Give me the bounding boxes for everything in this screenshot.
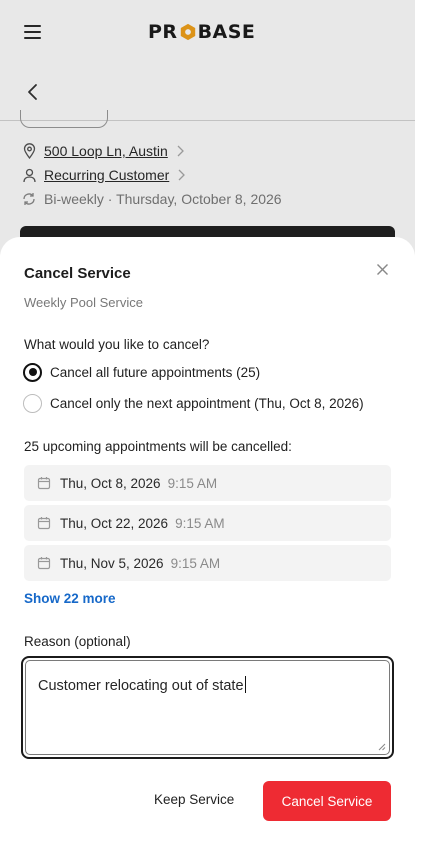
calendar-icon xyxy=(37,556,51,570)
cancel-count-text: 25 upcoming appointments will be cancell… xyxy=(24,439,292,454)
cancel-service-button[interactable]: Cancel Service xyxy=(263,781,391,821)
radio-selected[interactable] xyxy=(23,362,42,382)
appointment-date: Thu, Nov 5, 2026 xyxy=(60,555,164,571)
reason-label: Reason (optional) xyxy=(24,634,131,649)
close-icon[interactable] xyxy=(376,263,389,276)
calendar-icon xyxy=(37,476,51,490)
resize-grip-icon[interactable] xyxy=(378,743,386,751)
appointment-time: 9:15 AM xyxy=(175,515,225,531)
cancel-question: What would you like to cancel? xyxy=(24,337,210,352)
calendar-icon xyxy=(37,516,51,530)
appointment-item: Thu, Oct 8, 2026 9:15 AM xyxy=(24,465,391,501)
text-caret xyxy=(244,676,246,693)
radio-unselected[interactable] xyxy=(23,393,42,413)
sheet-subtitle: Weekly Pool Service xyxy=(24,295,143,310)
reason-textarea-inner[interactable]: Customer relocating out of state xyxy=(25,660,390,755)
show-more-link[interactable]: Show 22 more xyxy=(24,591,116,606)
appointment-date: Thu, Oct 8, 2026 xyxy=(60,475,161,491)
appointment-date: Thu, Oct 22, 2026 xyxy=(60,515,169,531)
option-label: Cancel only the next appointment (Thu, O… xyxy=(50,395,364,411)
appointment-time: 9:15 AM xyxy=(167,475,218,491)
sheet-title: Cancel Service xyxy=(24,265,131,282)
appointment-time: 9:15 AM xyxy=(170,555,221,571)
cancel-service-sheet: Cancel Service Weekly Pool Service What … xyxy=(0,237,415,845)
appointment-item: Thu, Oct 22, 2026 9:15 AM xyxy=(24,505,391,541)
reason-textarea[interactable]: Customer relocating out of state xyxy=(21,656,394,759)
appointment-item: Thu, Nov 5, 2026 9:15 AM xyxy=(24,545,391,581)
option-label: Cancel all future appointments (25) xyxy=(50,364,261,380)
option-all-future[interactable]: Cancel all future appointments (25) xyxy=(23,362,260,382)
keep-service-button[interactable]: Keep Service xyxy=(154,792,234,807)
reason-value: Customer relocating out of state xyxy=(38,678,244,694)
option-next-only[interactable]: Cancel only the next appointment (Thu, O… xyxy=(23,393,364,413)
